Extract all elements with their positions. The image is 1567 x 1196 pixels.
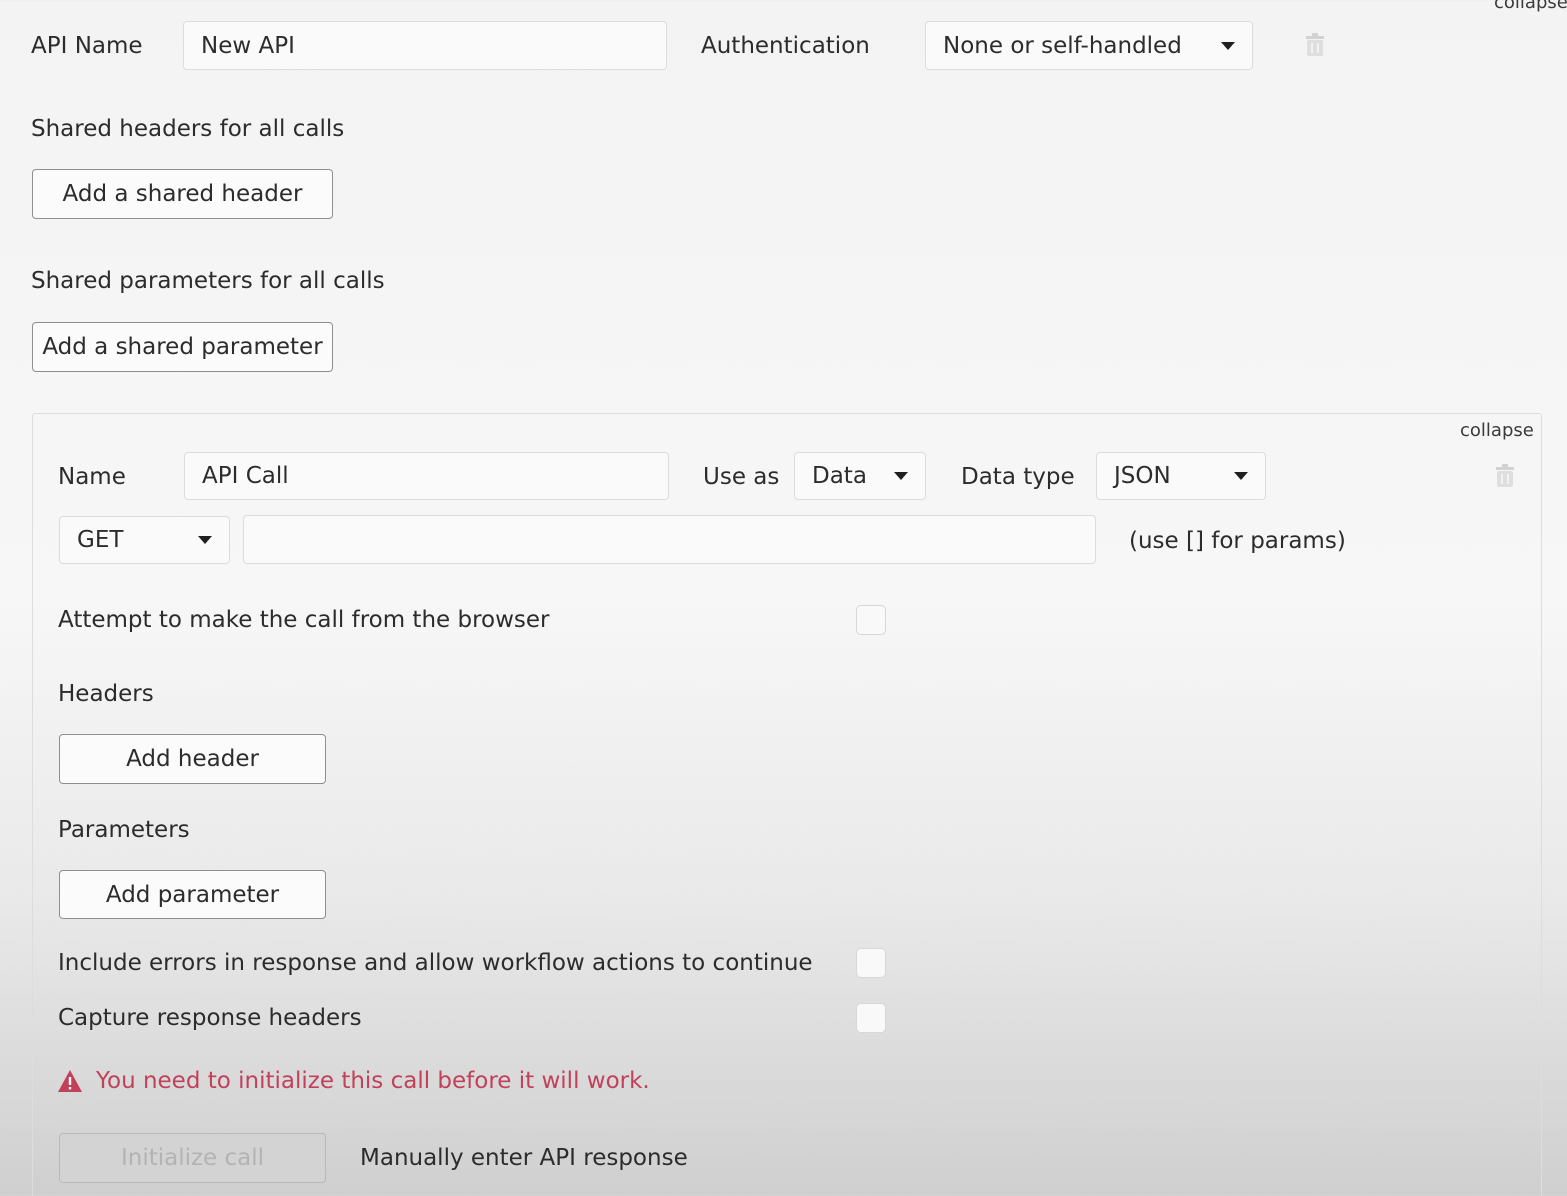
shared-parameters-title: Shared parameters for all calls bbox=[31, 268, 385, 294]
use-as-label: Use as bbox=[703, 464, 780, 490]
chevron-down-icon bbox=[198, 536, 212, 544]
warning-icon bbox=[58, 1070, 82, 1092]
chevron-down-icon bbox=[894, 472, 908, 480]
add-shared-header-button[interactable]: Add a shared header bbox=[32, 169, 333, 219]
initialize-call-button[interactable]: Initialize call bbox=[59, 1133, 326, 1183]
browser-call-label: Attempt to make the call from the browse… bbox=[58, 607, 550, 633]
call-collapse-link[interactable]: collapse bbox=[1460, 420, 1534, 441]
api-name-value: New API bbox=[201, 32, 295, 59]
method-select[interactable]: GET bbox=[59, 516, 230, 564]
method-value: GET bbox=[77, 527, 124, 553]
headers-title: Headers bbox=[58, 681, 154, 707]
url-hint: (use [] for params) bbox=[1129, 528, 1346, 554]
use-as-value: Data bbox=[812, 463, 867, 489]
add-shared-parameter-button[interactable]: Add a shared parameter bbox=[32, 322, 333, 372]
capture-headers-label: Capture response headers bbox=[58, 1005, 362, 1031]
authentication-value: None or self-handled bbox=[943, 32, 1182, 59]
authentication-select[interactable]: None or self-handled bbox=[925, 21, 1253, 70]
api-name-input[interactable]: New API bbox=[183, 21, 667, 70]
add-header-button[interactable]: Add header bbox=[59, 734, 326, 784]
capture-headers-checkbox[interactable] bbox=[856, 1003, 886, 1033]
add-parameter-button[interactable]: Add parameter bbox=[59, 870, 326, 919]
trash-icon[interactable] bbox=[1304, 33, 1326, 57]
data-type-select[interactable]: JSON bbox=[1096, 452, 1266, 500]
api-name-label: API Name bbox=[31, 33, 143, 59]
data-type-label: Data type bbox=[961, 464, 1075, 490]
include-errors-checkbox[interactable] bbox=[856, 948, 886, 978]
authentication-label: Authentication bbox=[701, 33, 870, 59]
data-type-value: JSON bbox=[1114, 463, 1171, 489]
chevron-down-icon bbox=[1234, 472, 1248, 480]
parameters-title: Parameters bbox=[58, 817, 190, 843]
include-errors-label: Include errors in response and allow wor… bbox=[58, 950, 813, 976]
top-collapse-link[interactable]: collapse bbox=[1494, 0, 1567, 13]
url-input[interactable] bbox=[243, 515, 1096, 564]
chevron-down-icon bbox=[1221, 41, 1235, 50]
shared-headers-title: Shared headers for all calls bbox=[31, 116, 345, 142]
call-name-value: API Call bbox=[202, 463, 289, 489]
call-name-label: Name bbox=[58, 464, 126, 490]
use-as-select[interactable]: Data bbox=[794, 452, 926, 500]
browser-call-checkbox[interactable] bbox=[856, 605, 886, 635]
call-trash-icon[interactable] bbox=[1494, 464, 1516, 488]
warning-message: You need to initialize this call before … bbox=[96, 1068, 650, 1094]
call-name-input[interactable]: API Call bbox=[184, 452, 669, 500]
manual-response-link[interactable]: Manually enter API response bbox=[360, 1145, 688, 1171]
